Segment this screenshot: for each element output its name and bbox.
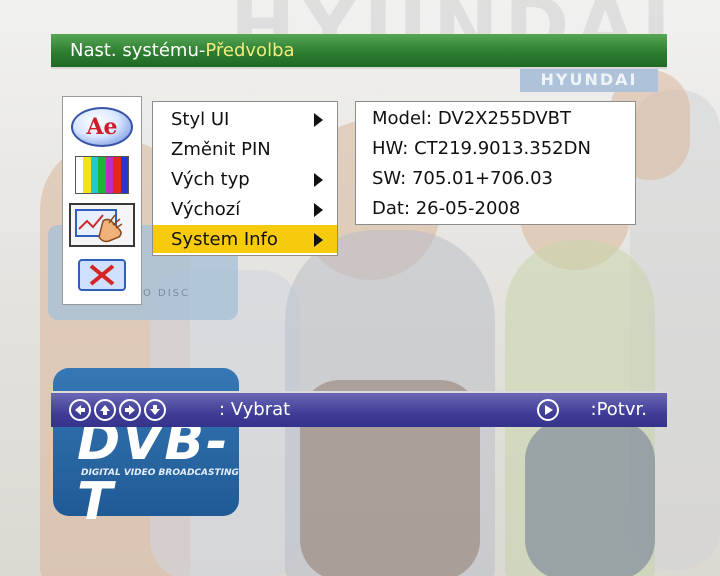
category-picture[interactable]	[69, 153, 135, 197]
bg-brand-label: HYUNDAI	[520, 68, 658, 92]
chevron-right-icon	[314, 173, 323, 187]
chevron-right-icon	[314, 113, 323, 127]
menu-item-label: Výchozí	[171, 199, 241, 220]
arrow-left-icon	[69, 399, 91, 421]
info-hardware: HW: CT219.9013.352DN	[372, 138, 591, 159]
category-system-setup[interactable]	[69, 203, 135, 247]
menu-item-label: Styl UI	[171, 109, 230, 130]
info-software: SW: 705.01+706.03	[372, 168, 554, 189]
info-model: Model: DV2X255DVBT	[372, 108, 572, 129]
category-language[interactable]: Ae	[69, 105, 135, 149]
language-icon: Ae	[71, 107, 133, 147]
menu-item-ui-style[interactable]: Styl UI	[153, 105, 337, 133]
page-title-main: Nast. systému-	[70, 40, 206, 61]
system-settings-menu: Styl UI Změnit PIN Vých typ Výchozí Syst…	[152, 101, 338, 256]
menu-item-output-type[interactable]: Vých typ	[153, 165, 337, 193]
category-exit[interactable]	[69, 253, 135, 297]
menu-item-factory-default[interactable]: Výchozí	[153, 195, 337, 223]
cancel-icon	[78, 259, 126, 291]
select-hint: : Vybrat	[219, 399, 291, 420]
menu-item-change-pin[interactable]: Změnit PIN	[153, 135, 337, 163]
navigation-keys	[69, 399, 166, 421]
system-info-panel: Model: DV2X255DVBT HW: CT219.9013.352DN …	[355, 101, 636, 225]
menu-item-label: Vých typ	[171, 169, 250, 190]
footer-hint-bar: : Vybrat :Potvr.	[51, 391, 667, 427]
menu-item-label: Změnit PIN	[171, 139, 271, 160]
arrow-down-icon	[144, 399, 166, 421]
chevron-right-icon	[314, 233, 323, 247]
color-bars-icon	[75, 156, 129, 194]
arrow-right-icon	[119, 399, 141, 421]
menu-item-system-info[interactable]: System Info	[153, 225, 337, 253]
dvbt-logo-caption: DIGITAL VIDEO BROADCASTING	[81, 468, 239, 478]
info-date: Dat: 26-05-2008	[372, 198, 521, 219]
page-title-sub: Předvolba	[205, 40, 295, 61]
play-confirm-icon	[537, 399, 559, 421]
page-title: Nast. systému-Předvolba	[70, 40, 295, 61]
bg-person	[525, 420, 655, 576]
category-icon-column: Ae	[62, 96, 142, 305]
confirm-hint: :Potvr.	[590, 399, 647, 420]
setup-hand-icon	[75, 209, 123, 243]
title-bar: Nast. systému-Předvolba	[51, 34, 667, 69]
arrow-up-icon	[94, 399, 116, 421]
chevron-right-icon	[314, 203, 323, 217]
menu-item-label: System Info	[171, 229, 278, 250]
